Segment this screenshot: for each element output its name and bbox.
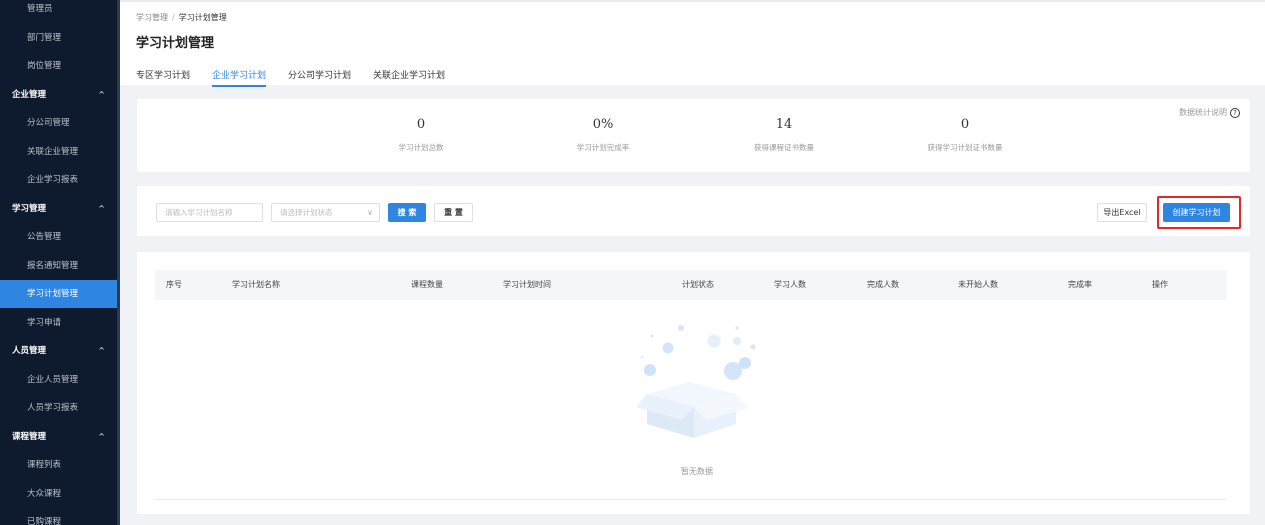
create-plan-highlight	[1157, 196, 1241, 229]
sidebar-item[interactable]: 岗位管理	[0, 52, 117, 80]
sidebar-label: 部门管理	[27, 32, 62, 43]
sidebar-label: 报名通知管理	[27, 260, 79, 271]
sidebar-item[interactable]: 分公司管理	[0, 109, 117, 137]
column-header: 完成率	[1068, 280, 1092, 289]
page-title: 学习计划管理	[136, 36, 215, 51]
plan-name-input[interactable]: 请输入学习计划名称	[156, 203, 263, 222]
sidebar: 管理员部门管理岗位管理企业管理 ^ 分公司管理关联企业管理 企业学习报表学习管理 ^ 公告…	[0, 0, 120, 525]
sidebar-label: 已购课程	[27, 517, 62, 525]
question-icon[interactable]: ?	[1230, 107, 1240, 118]
stat-value: 0	[416, 117, 426, 132]
stat-plan-certificates: 0 获得学习计划证书数量	[895, 117, 1035, 153]
column-header: 学习计划名称	[232, 280, 280, 289]
search-button[interactable]: 搜 索	[388, 203, 426, 222]
stat-course-certificates: 14 获得课程证书数量	[714, 117, 854, 153]
page-header: 学习管理 / 学习计划管理 学习计划管理 专区学习计划 企业学习计划 分公司学习计划…	[120, 0, 1265, 87]
breadcrumb-current: 学习计划管理	[178, 13, 227, 22]
chevron-up-icon: ^	[98, 203, 105, 213]
stat-label: 获得学习计划证书数量	[927, 143, 1003, 152]
breadcrumb-separator: /	[172, 13, 175, 22]
table-divider	[155, 499, 1227, 500]
sidebar-label: 岗位管理	[27, 61, 62, 71]
chevron-up-icon: ^	[98, 346, 105, 355]
export-excel-button[interactable]: 导出Excel	[1097, 203, 1147, 222]
sidebar-item[interactable]: 课程列表	[0, 451, 117, 479]
column-header: 课程数量	[411, 280, 443, 289]
stat-plan-completion-rate: 0% 学习计划完成率	[533, 117, 673, 153]
stat-label: 学习计划完成率	[576, 143, 630, 152]
reset-button[interactable]: 重 置	[434, 203, 473, 222]
plan-status-select[interactable]: 请选择计划状态 ∨	[271, 203, 380, 222]
sidebar-label: 学习计划管理	[27, 289, 79, 299]
sidebar-item[interactable]: 企业学习报表	[0, 166, 117, 194]
sidebar-label: 大众课程	[27, 488, 62, 499]
chevron-up-icon: ^	[98, 431, 105, 441]
sidebar-label: 企业学习报表	[27, 175, 79, 185]
column-header: 计划状态	[682, 280, 714, 289]
sidebar-label: 管理员	[27, 4, 53, 14]
sidebar-item[interactable]: 人员学习报表	[0, 394, 117, 422]
sidebar-item[interactable]: 管理员	[0, 0, 117, 23]
sidebar-label: 关联企业管理	[27, 146, 79, 157]
plan-status-placeholder: 请选择计划状态	[280, 208, 333, 217]
chevron-down-icon: ∨	[367, 208, 373, 217]
stat-plan-total: 0 学习计划总数	[351, 117, 491, 153]
tab-affiliate-plan[interactable]: 关联企业学习计划	[373, 68, 445, 87]
sidebar-label: 课程管理	[12, 431, 47, 442]
tab-enterprise-plan[interactable]: 企业学习计划	[212, 68, 267, 87]
plan-table: 序号 学习计划名称 课程数量 学习计划时间 计划状态 学习人数 完成人数 未开始…	[137, 252, 1250, 514]
chevron-up-icon: ^	[98, 89, 105, 99]
sidebar-item[interactable]: 部门管理	[0, 24, 117, 52]
sidebar-label: 学习管理	[12, 203, 47, 214]
sidebar-group[interactable]: 企业管理 ^	[0, 81, 117, 109]
sidebar-group[interactable]: 学习管理 ^	[0, 195, 117, 223]
sidebar-label: 人员管理	[12, 346, 47, 356]
sidebar-label: 分公司管理	[27, 118, 70, 128]
stat-label: 获得课程证书数量	[754, 143, 814, 152]
filter-bar: 请输入学习计划名称 请选择计划状态 ∨ 搜 索 重 置 导出Excel 创建学习…	[137, 186, 1250, 236]
sidebar-label: 公告管理	[27, 232, 62, 242]
table-header: 序号 学习计划名称 课程数量 学习计划时间 计划状态 学习人数 完成人数 未开始…	[155, 270, 1227, 300]
breadcrumb: 学习管理 / 学习计划管理	[136, 12, 227, 23]
sidebar-item[interactable]: 企业人员管理	[0, 366, 117, 394]
column-header: 操作	[1152, 280, 1168, 289]
sidebar-label: 企业管理	[12, 89, 47, 100]
column-header: 序号	[166, 280, 182, 289]
breadcrumb-parent[interactable]: 学习管理	[136, 13, 168, 22]
sidebar-item[interactable]: 已购课程	[0, 508, 117, 525]
stat-label: 学习计划总数	[398, 143, 444, 152]
column-header: 学习人数	[774, 280, 806, 289]
stats-help-label: 数据统计说明	[1179, 108, 1227, 117]
stat-value: 0	[960, 117, 970, 132]
sidebar-item[interactable]: 公告管理	[0, 223, 117, 251]
stats-panel: 数据统计说明? 0 学习计划总数 0% 学习计划完成率 14 获得课程证书数量 …	[137, 99, 1250, 172]
tab-zone-plan[interactable]: 专区学习计划	[136, 68, 190, 87]
sidebar-group[interactable]: 课程管理 ^	[0, 423, 117, 451]
empty-state-text: 暂无数据	[681, 467, 713, 476]
sidebar-item[interactable]: 学习计划管理	[0, 280, 117, 308]
sidebar-group[interactable]: 人员管理 ^	[0, 337, 117, 365]
stat-value: 0%	[592, 117, 614, 132]
empty-box-icon	[636, 325, 756, 438]
tab-branch-plan[interactable]: 分公司学习计划	[288, 68, 351, 87]
sidebar-item[interactable]: 大众课程	[0, 480, 117, 508]
stats-help-link[interactable]: 数据统计说明?	[1179, 107, 1240, 118]
column-header: 完成人数	[867, 280, 899, 289]
column-header: 学习计划时间	[503, 280, 551, 289]
column-header: 未开始人数	[958, 280, 998, 289]
sidebar-label: 学习申请	[27, 317, 62, 328]
sidebar-label: 人员学习报表	[27, 403, 79, 413]
sidebar-label: 课程列表	[27, 460, 62, 470]
sidebar-item[interactable]: 关联企业管理	[0, 138, 117, 166]
stat-value: 14	[775, 117, 793, 132]
sidebar-item[interactable]: 学习申请	[0, 309, 117, 337]
sidebar-item[interactable]: 报名通知管理	[0, 252, 117, 280]
sidebar-label: 企业人员管理	[27, 374, 79, 385]
